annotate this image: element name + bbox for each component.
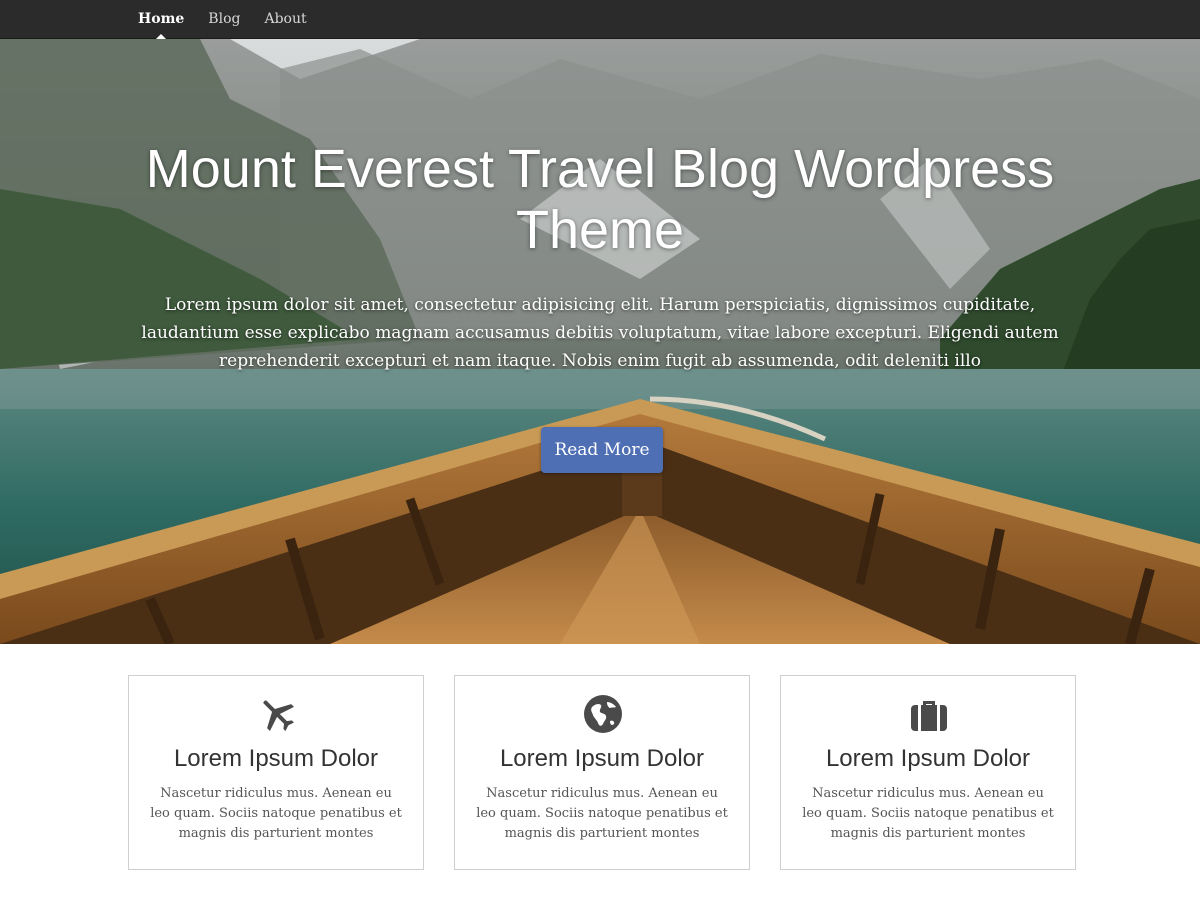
airplane-icon <box>263 700 294 731</box>
nav-item-about[interactable]: About <box>252 0 318 39</box>
feature-card: Lorem Ipsum Dolor Nascetur ridiculus mus… <box>780 675 1076 870</box>
hero-description: Lorem ipsum dolor sit amet, consectetur … <box>141 295 1059 371</box>
feature-title: Lorem Ipsum Dolor <box>173 745 379 772</box>
feature-text: Nascetur ridiculus mus. Aenean eu leo qu… <box>150 786 402 841</box>
globe-icon <box>584 695 622 733</box>
feature-text: Nascetur ridiculus mus. Aenean eu leo qu… <box>802 786 1054 841</box>
feature-text: Nascetur ridiculus mus. Aenean eu leo qu… <box>476 786 728 841</box>
hero-banner: Mount Everest Travel Blog Wordpress Them… <box>0 39 1200 644</box>
nav-menu: Home Blog About <box>126 0 319 39</box>
feature-card: Lorem Ipsum Dolor Nascetur ridiculus mus… <box>128 675 424 870</box>
nav-item-home[interactable]: Home <box>126 0 196 39</box>
feature-card: Lorem Ipsum Dolor Nascetur ridiculus mus… <box>454 675 750 870</box>
feature-title: Lorem Ipsum Dolor <box>499 745 705 772</box>
nav-item-blog[interactable]: Blog <box>196 0 252 39</box>
suitcase-icon <box>911 701 947 731</box>
hero-title: Mount Everest Travel Blog Wordpress Them… <box>145 139 1055 260</box>
read-more-button[interactable]: Read More <box>541 427 663 473</box>
features-section: Lorem Ipsum Dolor Nascetur ridiculus mus… <box>128 675 1076 870</box>
top-navbar: Home Blog About <box>0 0 1200 39</box>
feature-title: Lorem Ipsum Dolor <box>825 745 1031 772</box>
